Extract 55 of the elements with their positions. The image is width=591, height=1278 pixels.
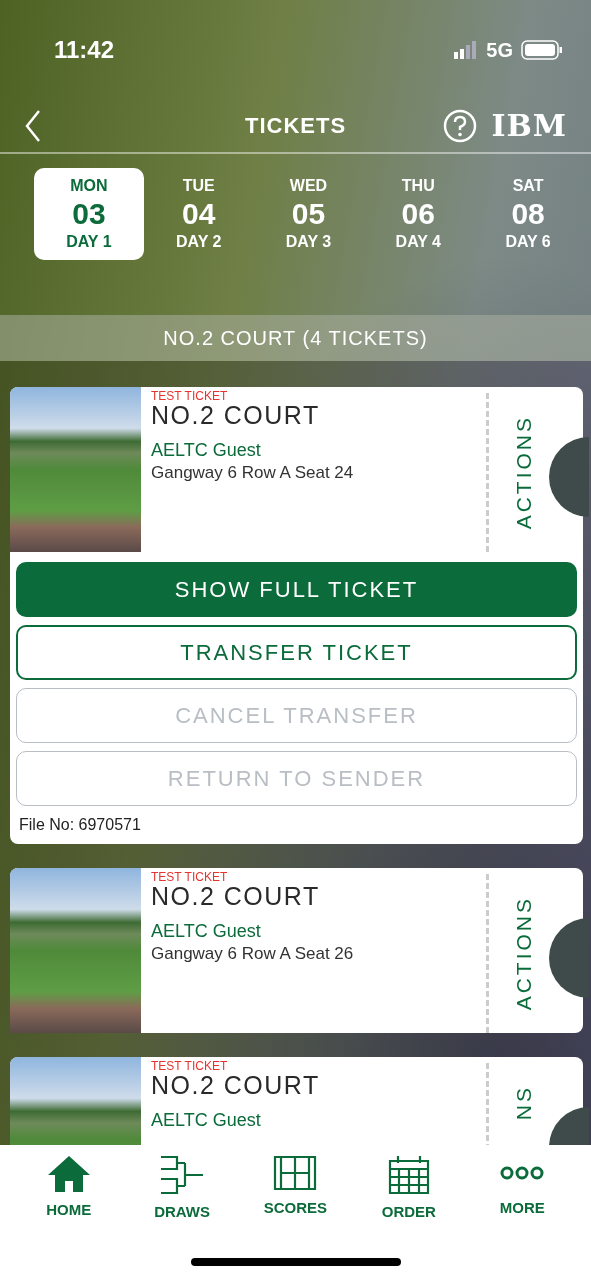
day-weekday: TUE [182, 177, 215, 195]
actions-button[interactable]: NS [512, 1085, 536, 1121]
nav-tab[interactable]: ORDER [358, 1155, 459, 1220]
court-name: NO.2 COURT [151, 882, 320, 911]
nav-tab[interactable]: HOME [18, 1155, 119, 1220]
page-title: TICKETS [243, 113, 348, 139]
day-number: DAY 3 [285, 233, 332, 251]
day-date: 03 [72, 197, 106, 231]
court-name: NO.2 COURT [151, 1071, 320, 1100]
day-date: 06 [401, 197, 435, 231]
court-icon [273, 1155, 318, 1191]
day-date: 04 [182, 197, 216, 231]
day-tab[interactable]: WED 05 DAY 3 [253, 168, 364, 260]
day-number: DAY 4 [395, 233, 441, 251]
ticket-action-button[interactable]: TRANSFER TICKET [16, 625, 577, 680]
court-name: NO.2 COURT [151, 401, 320, 430]
help-icon[interactable] [443, 109, 478, 143]
day-tab[interactable]: MON 03 DAY 1 [34, 168, 144, 260]
status-time: 11:42 [54, 36, 115, 64]
nav-tab[interactable]: SCORES [245, 1155, 346, 1220]
ticket-action-button[interactable]: SHOW FULL TICKET [16, 562, 577, 617]
test-ticket-label: TEST TICKET [151, 1059, 228, 1073]
battery-icon [521, 40, 563, 60]
bracket-icon [159, 1155, 206, 1195]
sponsor-logo: IBM [491, 111, 567, 141]
nav-tab[interactable]: DRAWS [132, 1155, 233, 1220]
seat-info: Gangway 6 Row A Seat 26 [151, 944, 354, 964]
test-ticket-label: TEST TICKET [151, 389, 228, 403]
seat-info: Gangway 6 Row A Seat 24 [151, 463, 354, 483]
test-ticket-label: TEST TICKET [151, 870, 228, 884]
day-number: DAY 6 [505, 233, 551, 251]
back-icon[interactable] [24, 109, 42, 143]
nav-tab[interactable]: MORE [472, 1155, 573, 1220]
signal-icon [454, 41, 479, 59]
day-tab[interactable]: SAT 08 DAY 6 [473, 168, 583, 260]
day-weekday: SAT [512, 177, 544, 195]
holder-name: AELTC Guest [151, 440, 261, 461]
day-tab[interactable]: THU 06 DAY 4 [363, 168, 474, 260]
day-weekday: WED [289, 177, 328, 195]
day-number: DAY 1 [66, 233, 112, 251]
holder-name: AELTC Guest [151, 921, 261, 942]
day-tab[interactable]: TUE 04 DAY 2 [143, 168, 254, 260]
day-date: 08 [511, 197, 545, 231]
day-date: 05 [291, 197, 326, 231]
section-title: NO.2 COURT (4 TICKETS) [0, 315, 591, 361]
home-icon [46, 1155, 91, 1193]
day-weekday: THU [401, 177, 435, 195]
holder-name: AELTC Guest [151, 1110, 261, 1131]
file-number: File No: 6970571 [18, 815, 142, 835]
calendar-icon [387, 1155, 430, 1195]
day-number: DAY 2 [176, 233, 222, 251]
actions-button[interactable]: ACTIONS [512, 415, 536, 530]
actions-button[interactable]: ACTIONS [512, 896, 536, 1011]
network-label: 5G [486, 38, 513, 62]
day-weekday: MON [70, 177, 108, 195]
